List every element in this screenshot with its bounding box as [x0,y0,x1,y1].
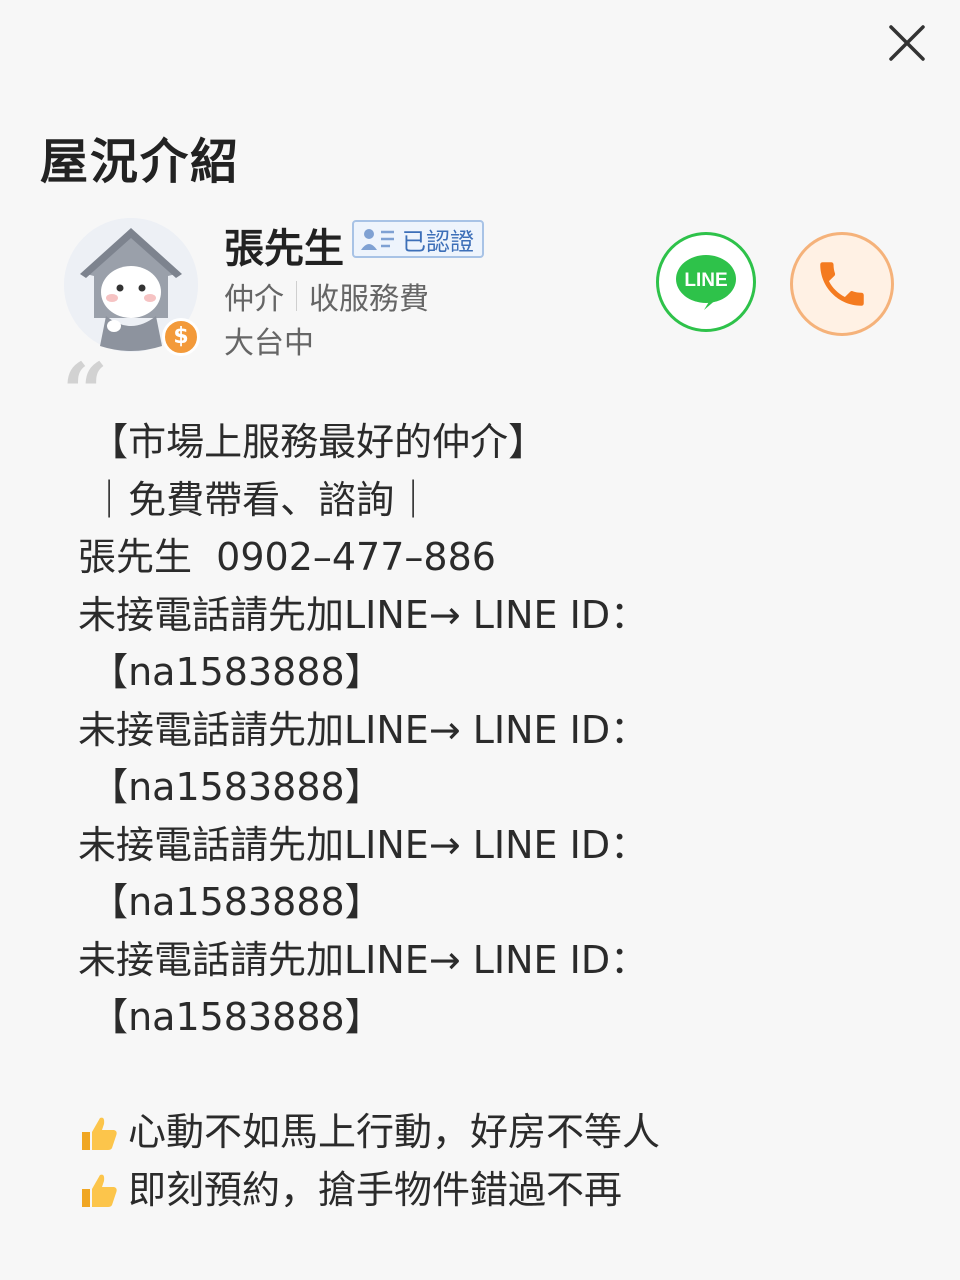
description-line: 未接電話請先加LINE→ LINE ID： [78,822,649,867]
agent-name: 張先生 [224,226,344,272]
description-line: 未接電話請先加LINE→ LINE ID： [78,707,649,752]
agent-fee: 收服務費 [309,282,429,317]
description-line: 【na1583888】 [78,995,383,1039]
agent-card: $ 張先生 已認證 仲介 收服務費 大台中 LINE [64,214,904,364]
phone-icon [820,262,864,306]
description-line: 【na1583888】 [78,765,383,809]
close-button[interactable] [884,20,930,66]
id-card-icon [361,229,394,250]
listing-description-panel: 屋況介紹 $ 張先生 已認證 仲介 收服務費 大台中 LINE “ 【市場上服務… [0,0,960,1280]
description-emoji-line: 即刻預約，搶手物件錯過不再 [78,1162,918,1220]
description-blank-line [78,1047,918,1105]
description-line: 【市場上服務最好的仲介】 [78,420,547,464]
line-icon: LINE [676,255,736,310]
description-line: 心動不如馬上行動，好房不等人 [128,1110,661,1154]
avatar[interactable]: $ [64,218,200,356]
verified-label: 已認證 [402,227,474,256]
description-line: 張先生 0902–477–886 [78,535,496,579]
description-line: 【na1583888】 [78,880,383,924]
line-icon-label: LINE [684,270,727,291]
meta-divider [296,281,297,311]
agent-meta: 仲介 收服務費 [224,274,429,318]
thumbs-up-icon [82,1174,117,1208]
description-line: ｜免費帶看、諮詢｜ [78,477,433,522]
agent-region: 大台中 [224,326,314,361]
page-title: 屋況介紹 [40,134,241,190]
description-line: 未接電話請先加LINE→ LINE ID： [78,592,649,637]
description-line: 未接電話請先加LINE→ LINE ID： [78,937,649,982]
close-icon [889,25,925,61]
verified-badge: 已認證 [352,220,484,258]
description-emoji-line: 心動不如馬上行動，好房不等人 [78,1104,918,1162]
description-line: 【na1583888】 [78,650,383,694]
line-contact-button[interactable]: LINE [656,232,756,332]
thumbs-up-icon [82,1117,117,1150]
description-text: 【市場上服務最好的仲介】 ｜免費帶看、諮詢｜ 張先生 0902–477–886 … [78,414,918,1219]
call-button[interactable] [790,232,894,336]
agent-role: 仲介 [224,282,284,317]
service-fee-badge: $ [162,318,200,356]
description-line: 即刻預約，搶手物件錯過不再 [128,1167,623,1212]
